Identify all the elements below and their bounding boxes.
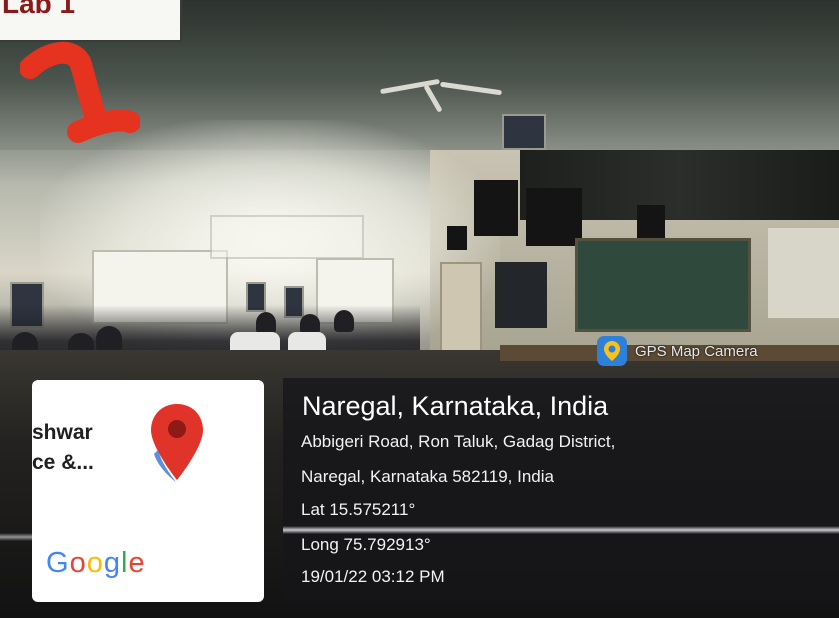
address-line-1: Abbigeri Road, Ron Taluk, Gadag District…	[301, 432, 616, 451]
handwritten-one-mark	[20, 41, 140, 143]
timestamp-text: 19/01/22 03:12 PM	[301, 567, 445, 586]
map-thumbnail-card: shwar ce &... Google	[32, 380, 264, 602]
latitude-text: Lat 15.575211°	[301, 500, 416, 519]
gps-map-camera-badge: GPS Map Camera	[597, 336, 758, 366]
wall-speaker	[447, 226, 467, 250]
door	[440, 262, 482, 362]
google-logo: Google	[46, 547, 146, 579]
student-head	[334, 310, 354, 332]
map-place-name: shwar ce &...	[32, 421, 94, 474]
address-line-2: Naregal, Karnataka 582119, India	[301, 467, 554, 486]
wall-poster	[502, 114, 546, 150]
gps-map-camera-icon	[597, 336, 627, 366]
lab-label: Lab 1	[0, 0, 182, 42]
gps-map-camera-label: GPS Map Camera	[635, 342, 758, 360]
blackboard	[575, 238, 751, 332]
student-head	[256, 312, 276, 334]
location-title: Naregal, Karnataka, India	[302, 391, 609, 421]
window	[210, 215, 364, 259]
scan-artifact-line	[0, 533, 32, 541]
wall-speaker	[637, 205, 665, 239]
student-head	[300, 314, 320, 334]
scan-artifact-line	[283, 526, 839, 534]
wall-speaker	[526, 188, 582, 246]
student-head	[96, 326, 122, 352]
wall-panel	[768, 228, 839, 318]
longitude-text: Long 75.792913°	[301, 535, 431, 554]
lab-label-text: Lab 1	[2, 0, 76, 19]
wall-speaker	[474, 180, 518, 236]
notice-board	[495, 262, 547, 328]
map-pin-icon	[151, 404, 203, 482]
